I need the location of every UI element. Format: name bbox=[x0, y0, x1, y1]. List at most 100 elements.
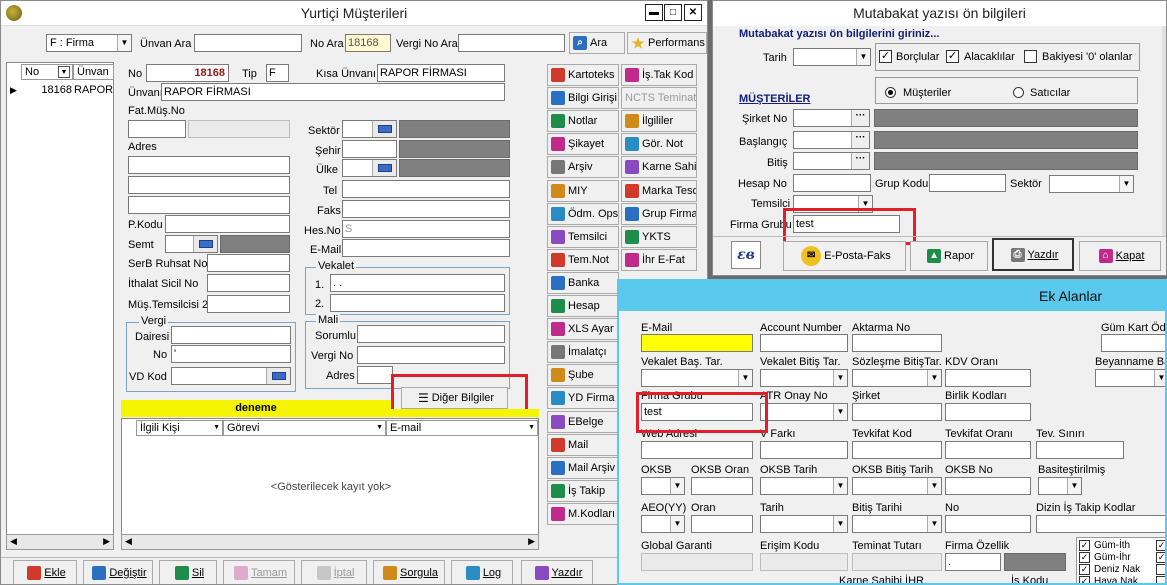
adres-line-3[interactable] bbox=[128, 196, 290, 214]
side-right-button-4[interactable]: Gör. Not bbox=[621, 133, 697, 156]
baslangic-field[interactable]: ··· bbox=[793, 131, 870, 149]
ek-vfarki-field[interactable] bbox=[760, 441, 848, 459]
side-right-button-8[interactable]: YKTS bbox=[621, 225, 697, 248]
bottom-button-1[interactable]: Ekle bbox=[13, 560, 77, 584]
maximize-button[interactable]: □ bbox=[664, 4, 682, 21]
borclular-checkbox[interactable]: ✓ bbox=[879, 50, 892, 63]
sorumlu-field[interactable] bbox=[357, 325, 505, 343]
mali-vno-field[interactable] bbox=[357, 346, 505, 364]
ek-beyanname-field[interactable]: ▼ bbox=[1095, 369, 1165, 387]
bitis-field[interactable]: ··· bbox=[793, 152, 870, 170]
side-button-4[interactable]: Şikayet bbox=[547, 133, 619, 156]
contacts-hscrollbar[interactable]: ◀ ▶ bbox=[121, 534, 539, 550]
serb-field[interactable] bbox=[207, 254, 290, 272]
side-button-15[interactable]: YD Firma bbox=[547, 387, 619, 410]
tip-field[interactable]: F bbox=[266, 64, 289, 82]
list-col-unvan[interactable]: Ünvan bbox=[73, 64, 114, 80]
ek-oran-field[interactable] bbox=[691, 515, 753, 533]
mut-yazdir-button[interactable]: ⎙ Yazdır bbox=[992, 238, 1074, 271]
bottom-button-3[interactable]: Sil bbox=[159, 560, 217, 584]
bakiyesi-checkbox[interactable] bbox=[1024, 50, 1037, 63]
no-field[interactable]: 18168 bbox=[146, 64, 229, 82]
ek-check-3[interactable]: ✓ bbox=[1079, 564, 1090, 575]
contacts-col-email[interactable]: E-mail ▼ bbox=[386, 420, 538, 436]
radio-saticilar[interactable] bbox=[1013, 87, 1024, 98]
side-button-1[interactable]: Kartoteks bbox=[547, 64, 619, 86]
contacts-grid[interactable]: İlgili Kişi ▼ Görevi ▼ E-mail ▼ <Gösterilec… bbox=[121, 418, 539, 549]
side-button-8[interactable]: Temsilci bbox=[547, 225, 619, 248]
sehir-field[interactable] bbox=[342, 140, 397, 158]
hesno-field[interactable]: S bbox=[342, 220, 510, 238]
type-select[interactable]: F : Firma ▼ bbox=[46, 34, 132, 52]
hesap-field[interactable] bbox=[793, 174, 871, 192]
side-button-9[interactable]: Tem.Not bbox=[547, 248, 619, 271]
ek-kdv-field[interactable] bbox=[945, 369, 1031, 387]
side-button-19[interactable]: İş Takip bbox=[547, 479, 619, 502]
sirket-field[interactable]: ··· bbox=[793, 109, 870, 127]
list-col-no[interactable]: No ▼ bbox=[21, 64, 73, 80]
ek-basit-field[interactable]: ▼ bbox=[1038, 477, 1082, 495]
ithalat-field[interactable] bbox=[207, 274, 290, 292]
ek-vek_bas-field[interactable]: ▼ bbox=[641, 369, 753, 387]
ek-firma_grubu-field[interactable]: test bbox=[641, 403, 753, 421]
diger-bilgiler-button[interactable]: ☰ Diğer Bilgiler bbox=[401, 387, 508, 409]
dairesi-field[interactable] bbox=[171, 326, 291, 344]
close-button[interactable]: ✕ bbox=[684, 4, 702, 21]
bottom-button-6[interactable]: Sorgula bbox=[373, 560, 445, 584]
ek-oksb-field[interactable]: ▼ bbox=[641, 477, 685, 495]
side-right-button-7[interactable]: Grup Firma bbox=[621, 202, 697, 225]
ek-aktarma-field[interactable] bbox=[852, 334, 942, 352]
ek-tarih-field[interactable]: ▼ bbox=[760, 515, 848, 533]
side-right-button-6[interactable]: Marka Tescil bbox=[621, 179, 697, 202]
ek-oksb_no-field[interactable] bbox=[945, 477, 1031, 495]
side-right-button-9[interactable]: İhr E-Fat bbox=[621, 248, 697, 271]
adres-line-2[interactable] bbox=[128, 176, 290, 194]
faks-field[interactable] bbox=[342, 200, 510, 218]
ek-gumkart-field[interactable] bbox=[1101, 334, 1165, 352]
sektor-picker-icon[interactable] bbox=[372, 121, 396, 137]
side-button-13[interactable]: İmalatçı bbox=[547, 341, 619, 364]
ek-bitis_tarihi-field[interactable]: ▼ bbox=[852, 515, 942, 533]
alacaklilar-checkbox[interactable]: ✓ bbox=[946, 50, 959, 63]
vergi-no-field[interactable]: ' bbox=[171, 345, 291, 363]
vekalet2-field[interactable] bbox=[330, 294, 505, 312]
bottom-button-4[interactable]: Tamam bbox=[223, 560, 295, 584]
ek-oksb_oran-field[interactable] bbox=[691, 477, 753, 495]
ek-email-field[interactable] bbox=[641, 334, 753, 352]
minimize-button[interactable]: ▬ bbox=[645, 4, 663, 21]
performans-button[interactable]: ★ Performans bbox=[627, 32, 707, 54]
pkodu-field[interactable] bbox=[165, 215, 290, 233]
adres-line-1[interactable] bbox=[128, 156, 290, 174]
side-button-2[interactable]: Bilgi Girişi bbox=[547, 87, 619, 110]
ek-web-field[interactable] bbox=[641, 441, 753, 459]
record-list[interactable]: No ▼ Ünvan ▶ 18168 RAPOR bbox=[6, 62, 114, 549]
ek-dizin-field[interactable] bbox=[1036, 515, 1165, 533]
kapat-button[interactable]: ⌂ Kapat bbox=[1079, 241, 1161, 271]
bottom-button-7[interactable]: Log bbox=[451, 560, 513, 584]
side-right-button-5[interactable]: Karne Sahibi bbox=[621, 156, 697, 179]
side-button-11[interactable]: Hesap bbox=[547, 295, 619, 317]
side-right-button-2[interactable]: NCTS Teminat bbox=[621, 87, 697, 110]
vergi-ara-input[interactable] bbox=[458, 34, 565, 52]
ulke-picker-icon[interactable] bbox=[372, 160, 396, 176]
tel-field[interactable] bbox=[342, 180, 510, 198]
ek-no-field[interactable] bbox=[945, 515, 1031, 533]
ulke-field[interactable] bbox=[342, 159, 397, 177]
bottom-button-2[interactable]: Değiştir bbox=[83, 560, 153, 584]
temsilci-select[interactable]: ▼ bbox=[793, 195, 873, 213]
side-right-button-3[interactable]: İlgililer bbox=[621, 110, 697, 133]
side-button-18[interactable]: Mail Arşiv bbox=[547, 456, 619, 479]
fatmus-field[interactable] bbox=[128, 120, 186, 138]
ek-aeo-field[interactable]: ▼ bbox=[641, 515, 685, 533]
ek-check-extra-2[interactable]: ✓ bbox=[1156, 552, 1165, 563]
vdkod-field[interactable] bbox=[171, 367, 291, 385]
ek-vek_bit-field[interactable]: ▼ bbox=[760, 369, 848, 387]
side-button-6[interactable]: MIY bbox=[547, 179, 619, 202]
ek-check-4[interactable]: ✓ bbox=[1079, 576, 1090, 583]
bitis-lookup-icon[interactable]: ··· bbox=[851, 153, 869, 169]
mali-adres-field[interactable] bbox=[357, 366, 393, 384]
baslangic-lookup-icon[interactable]: ··· bbox=[851, 132, 869, 148]
ek-oksb_bitis-field[interactable]: ▼ bbox=[852, 477, 942, 495]
ek-check-extra-1[interactable]: ✓ bbox=[1156, 540, 1165, 551]
ek-check-extra-3[interactable] bbox=[1156, 564, 1165, 575]
